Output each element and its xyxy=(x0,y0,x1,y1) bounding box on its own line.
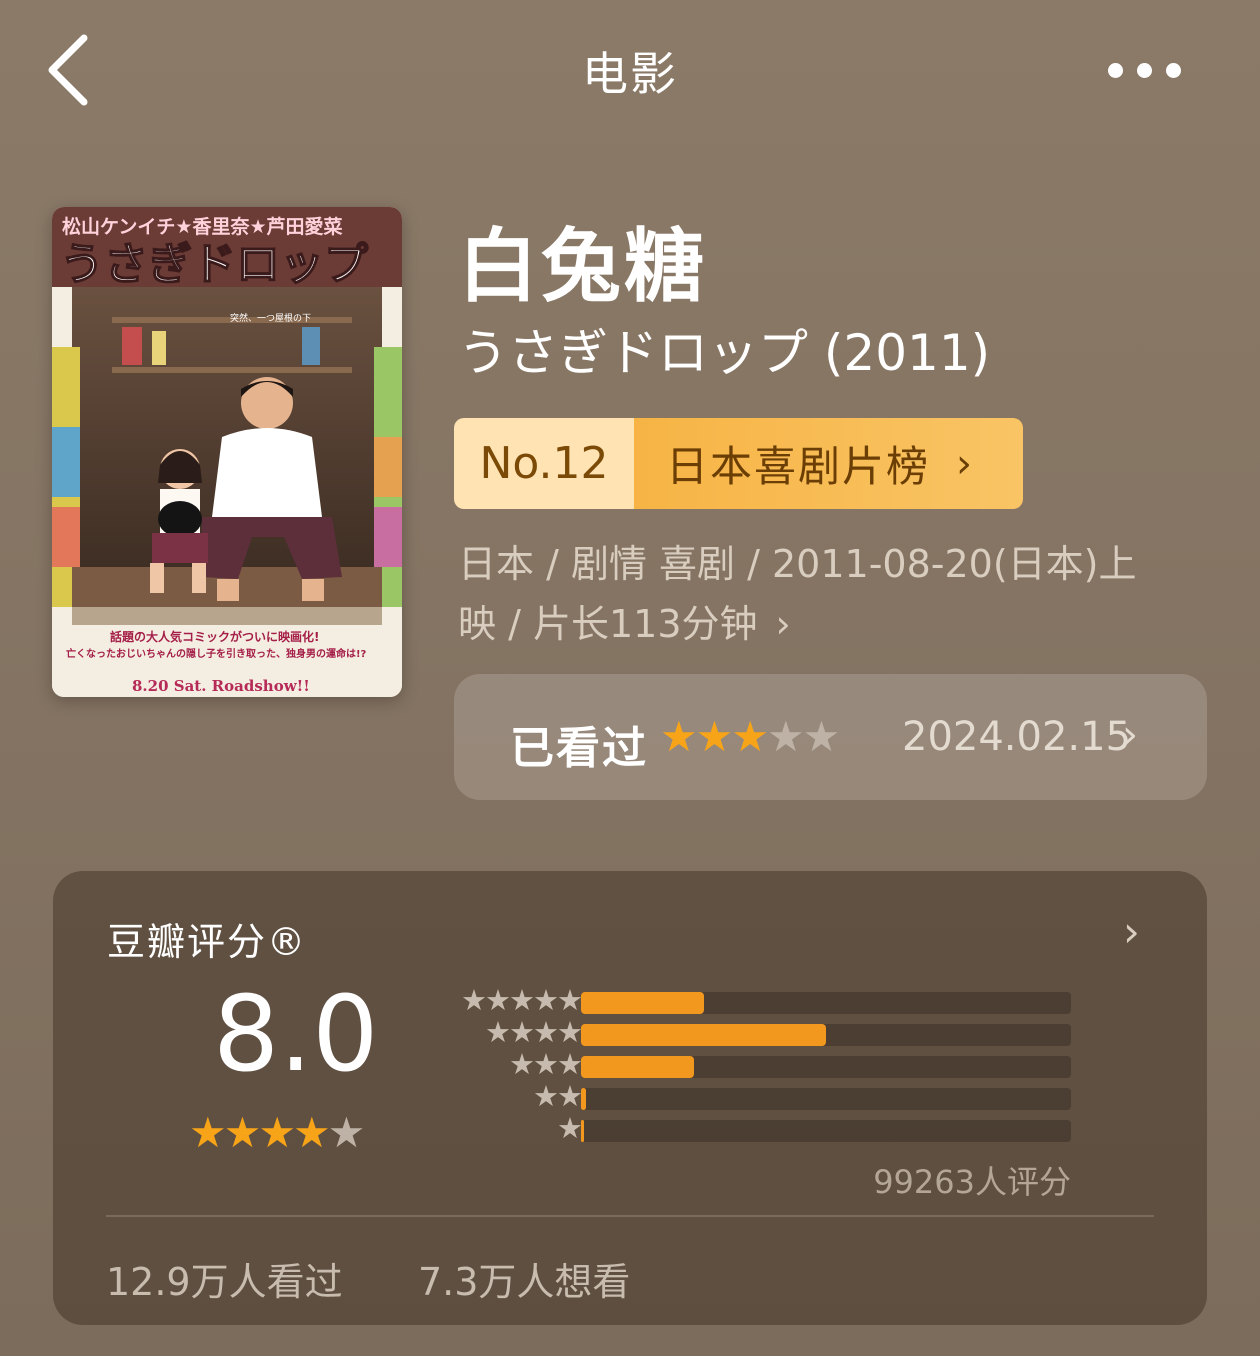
rating-count: 99263人评分 xyxy=(873,1163,1071,1201)
poster-promo-1: 話題の大人気コミックがついに映画化! xyxy=(110,629,319,644)
poster-cast-text: 松山ケンイチ★香里奈★芦田愛菜 xyxy=(62,215,343,238)
divider xyxy=(106,1215,1154,1217)
chevron-right-icon[interactable]: › xyxy=(1123,907,1140,956)
rating-title: 豆瓣评分® xyxy=(107,920,308,964)
distribution-bar xyxy=(581,1088,586,1110)
watched-label: 已看过 xyxy=(510,723,648,774)
star-filled-icon: ★ xyxy=(660,712,698,761)
watched-count[interactable]: 12.9万人看过 xyxy=(106,1251,343,1306)
movie-title: 白兔糖 xyxy=(458,220,707,313)
movie-meta-info[interactable]: 日本 / 剧情 喜剧 / 2011-08-20(日本)上 映 / 片长113分钟… xyxy=(458,534,1218,654)
distribution-track xyxy=(581,1024,1071,1046)
distribution-track xyxy=(581,1088,1071,1110)
distribution-track xyxy=(581,1056,1071,1078)
watched-status-button[interactable]: 已看过 ★★★★★ 2024.02.15 › xyxy=(454,674,1207,800)
rating-score: 8.0 xyxy=(213,973,379,1095)
distribution-row-4-star: ★★★★ xyxy=(441,1016,1071,1048)
more-dots-icon xyxy=(1108,62,1123,78)
star-level-icon: ★★★★★ xyxy=(461,983,583,1017)
distribution-bar xyxy=(581,1120,584,1142)
star-empty-icon: ★ xyxy=(327,1108,366,1157)
star-empty-icon: ★ xyxy=(802,712,841,761)
distribution-row-5-star: ★★★★★ xyxy=(441,984,1071,1016)
star-filled-icon: ★ xyxy=(731,712,769,761)
poster-promo-2: 亡くなったおじいちゃんの隠し子を引き取った、独身男の運命は!? xyxy=(66,647,367,660)
meta-line-1: 日本 / 剧情 喜剧 / 2011-08-20(日本)上 xyxy=(458,542,1137,586)
chevron-right-icon: › xyxy=(1122,712,1138,758)
watched-date: 2024.02.15 xyxy=(902,714,1132,760)
page-title: 电影 xyxy=(582,47,678,101)
distribution-row-3-star: ★★★ xyxy=(441,1048,1071,1080)
star-filled-icon: ★ xyxy=(695,712,734,761)
star-filled-icon: ★ xyxy=(258,1108,296,1157)
star-level-icon: ★★★ xyxy=(509,1047,583,1081)
meta-line-2: 映 / 片长113分钟 xyxy=(458,602,758,646)
distribution-track xyxy=(581,1120,1071,1142)
poster-tagline-text: 突然、一つ屋根の下 xyxy=(230,312,311,324)
rank-number: No.12 xyxy=(454,418,634,509)
rank-badge[interactable]: No.12 日本喜剧片榜 › xyxy=(454,418,1023,509)
distribution-row-1-star: ★ xyxy=(441,1112,1071,1144)
distribution-bar xyxy=(581,1024,826,1046)
star-filled-icon: ★ xyxy=(292,1108,331,1157)
douban-rating-card[interactable]: 豆瓣评分® › 8.0 ★★★★★ ★★★★★ ★★★★ ★★★ ★★ ★ 99263人… xyxy=(53,871,1207,1325)
user-rating-stars: ★★★★★ xyxy=(660,712,841,761)
star-filled-icon: ★ xyxy=(189,1108,227,1157)
chevron-right-icon: › xyxy=(956,440,975,487)
distribution-bar xyxy=(581,1056,694,1078)
distribution-track xyxy=(581,992,1071,1014)
poster-title-text: うさぎドロップ xyxy=(60,239,368,290)
distribution-row-2-star: ★★ xyxy=(441,1080,1071,1112)
star-level-icon: ★★ xyxy=(533,1079,583,1113)
want-count[interactable]: 7.3万人想看 xyxy=(418,1251,630,1306)
star-empty-icon: ★ xyxy=(766,712,805,761)
more-button[interactable] xyxy=(1108,58,1188,82)
distribution-bar xyxy=(581,992,704,1014)
star-level-icon: ★ xyxy=(557,1111,583,1145)
star-filled-icon: ★ xyxy=(223,1108,262,1157)
movie-subtitle: うさぎドロップ (2011) xyxy=(458,324,991,382)
rank-list-name: 日本喜剧片榜 xyxy=(666,442,931,491)
chevron-right-icon: › xyxy=(775,602,791,646)
poster-release-text: 8.20 Sat. Roadshow!! xyxy=(132,677,310,695)
star-level-icon: ★★★★ xyxy=(485,1015,583,1049)
movie-poster[interactable]: 松山ケンイチ★香里奈★芦田愛菜 うさぎドロップ 突然、一つ屋根の下 話題の大人気… xyxy=(52,207,402,697)
rating-score-stars: ★★★★★ xyxy=(189,1108,366,1157)
